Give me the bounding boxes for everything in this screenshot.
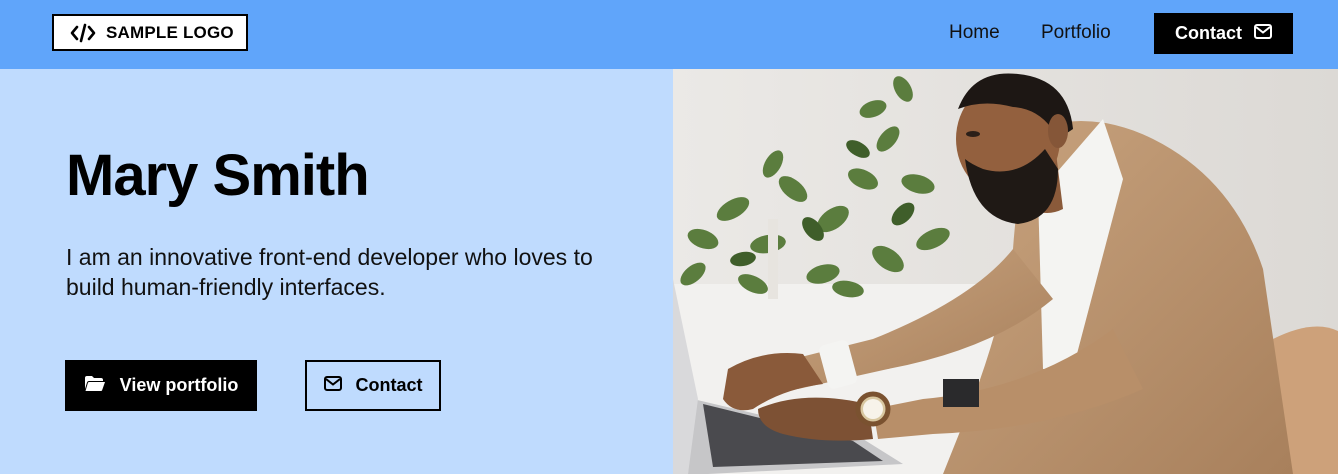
logo-text: SAMPLE LOGO <box>106 22 234 42</box>
hero-contact-label: Contact <box>355 375 423 395</box>
hero-contact-button[interactable]: Contact <box>305 360 441 411</box>
code-icon <box>70 23 96 43</box>
folder-open-icon <box>84 375 106 397</box>
hero-name: Mary Smith <box>66 143 370 208</box>
envelope-icon <box>1254 23 1272 44</box>
nav-contact-button[interactable]: Contact <box>1154 13 1293 54</box>
hero-tagline: I am an innovative front-end developer w… <box>66 244 593 300</box>
nav-portfolio-link[interactable]: Portfolio <box>1041 22 1111 44</box>
nav-contact-label: Contact <box>1175 23 1242 43</box>
view-portfolio-label: View portfolio <box>119 375 239 395</box>
site-logo[interactable]: SAMPLE LOGO <box>52 14 248 51</box>
site-header: SAMPLE LOGO Home Portfolio Contact <box>0 0 1338 69</box>
hero-photo <box>673 69 1338 474</box>
nav-home-link[interactable]: Home <box>949 22 1000 44</box>
view-portfolio-button[interactable]: View portfolio <box>65 360 257 411</box>
envelope-icon <box>323 375 342 396</box>
